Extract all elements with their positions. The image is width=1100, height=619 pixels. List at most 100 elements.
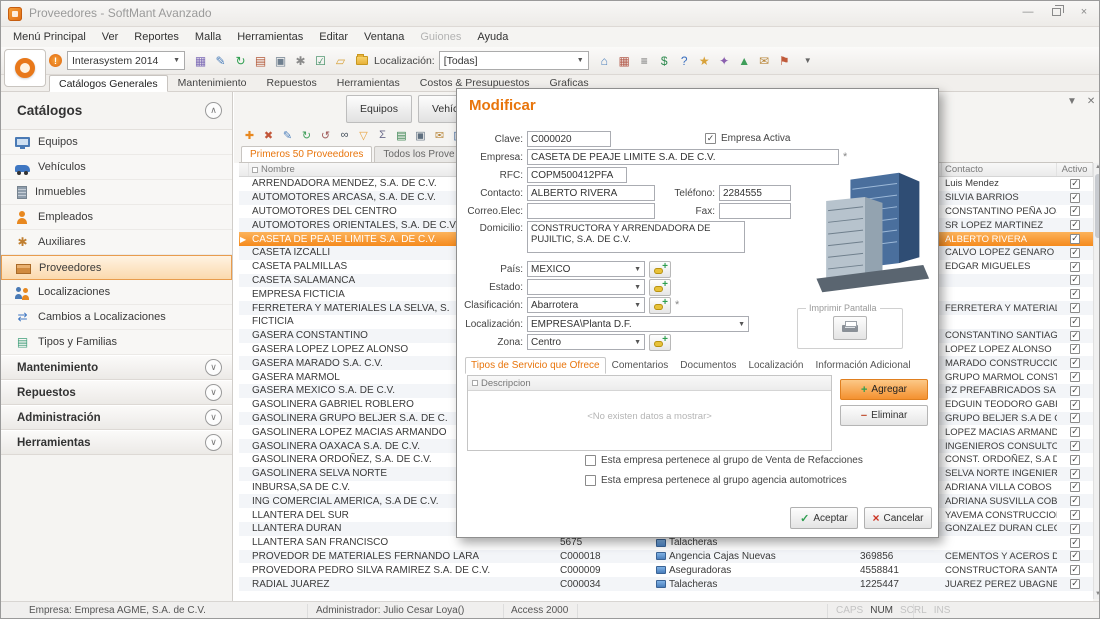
filter-icon[interactable]: ▽ xyxy=(355,127,372,143)
correo-input[interactable] xyxy=(527,203,655,219)
add-clasificacion-button[interactable]: + xyxy=(649,297,671,314)
menu-item[interactable]: Ver xyxy=(94,29,127,45)
list-icon[interactable]: ≡ xyxy=(635,51,654,70)
activo-checkbox[interactable] xyxy=(1070,317,1080,327)
users-icon[interactable]: ✦ xyxy=(715,51,734,70)
activo-checkbox[interactable] xyxy=(1070,372,1080,382)
add-zona-button[interactable]: + xyxy=(649,334,671,351)
ribbon-tab[interactable]: Mantenimiento xyxy=(168,74,257,91)
activo-checkbox[interactable] xyxy=(1070,262,1080,272)
mail-icon[interactable]: ✉ xyxy=(431,127,448,143)
domicilio-textarea[interactable]: CONSTRUCTORA Y ARRENDADORA DE PUJILTIC, … xyxy=(527,221,745,253)
refresh-icon[interactable]: ↻ xyxy=(298,127,315,143)
form-icon[interactable]: ▣ xyxy=(271,51,290,70)
close-button[interactable]: × xyxy=(1077,5,1091,19)
export-icon[interactable]: ▤ xyxy=(393,127,410,143)
clave-input[interactable] xyxy=(527,131,611,147)
add-estado-button[interactable]: + xyxy=(649,279,671,296)
activo-checkbox[interactable] xyxy=(1070,524,1080,534)
sidebar-item[interactable]: Localizaciones xyxy=(1,280,232,305)
scroll-down-arrow-icon[interactable]: ▼ xyxy=(1094,590,1100,599)
sidebar-section[interactable]: Herramientas∨ xyxy=(1,430,232,455)
grid-tab[interactable]: Primeros 50 Proveedores xyxy=(241,146,372,162)
favorite-icon[interactable]: ★ xyxy=(695,51,714,70)
table-row[interactable]: PROVEDOR DE MATERIALES FERNANDO LARAC000… xyxy=(239,550,1093,564)
activo-checkbox[interactable] xyxy=(1070,331,1080,341)
activo-checkbox[interactable] xyxy=(1070,344,1080,354)
sidebar-item[interactable]: ✱Auxiliares xyxy=(1,230,232,255)
mail-icon[interactable]: ✉ xyxy=(755,51,774,70)
sidebar-section[interactable]: Mantenimiento∨ xyxy=(1,355,232,380)
activo-checkbox[interactable] xyxy=(1070,289,1080,299)
activo-checkbox[interactable] xyxy=(1070,234,1080,244)
aceptar-button[interactable]: ✓ Aceptar xyxy=(790,507,858,529)
menu-item[interactable]: Herramientas xyxy=(229,29,311,45)
minimize-button[interactable]: — xyxy=(1021,5,1035,19)
activo-checkbox[interactable] xyxy=(1070,275,1080,285)
dialog-tab[interactable]: Tipos de Servicio que Ofrece xyxy=(465,357,606,374)
grid-header-cell[interactable]: Contacto xyxy=(942,163,1057,176)
group-checkbox[interactable]: Esta empresa pertenece al grupo de Venta… xyxy=(585,455,863,466)
sidebar-item[interactable]: ▤Tipos y Familias xyxy=(1,330,232,355)
sidebar-item[interactable]: Equipos xyxy=(1,130,232,155)
activo-checkbox[interactable] xyxy=(1070,220,1080,230)
delete-record-icon[interactable]: ✖ xyxy=(260,127,277,143)
activo-checkbox[interactable] xyxy=(1070,413,1080,423)
eliminar-button[interactable]: − Eliminar xyxy=(840,405,928,426)
activo-checkbox[interactable] xyxy=(1070,510,1080,520)
zona-dropdown[interactable]: Centro ▼ xyxy=(527,334,645,350)
sidebar-section[interactable]: Administración∨ xyxy=(1,405,232,430)
add-record-icon[interactable]: ✚ xyxy=(241,127,258,143)
grid-tab[interactable]: Todos los Prove xyxy=(374,146,463,162)
sidebar-item[interactable]: Empleados xyxy=(1,205,232,230)
calendar-icon[interactable]: ▦ xyxy=(615,51,634,70)
chevron-up-icon[interactable]: ∧ xyxy=(205,102,222,119)
tasks-icon[interactable]: ☑ xyxy=(311,51,330,70)
menu-item[interactable]: Malla xyxy=(187,29,229,45)
dialog-tab[interactable]: Información Adicional xyxy=(809,357,916,374)
toolbar-overflow-button[interactable]: ▼ xyxy=(804,56,812,65)
undo-icon[interactable]: ↺ xyxy=(317,127,334,143)
dialog-tab[interactable]: Documentos xyxy=(674,357,742,374)
design-icon[interactable]: ✎ xyxy=(211,51,230,70)
activo-checkbox[interactable] xyxy=(1070,482,1080,492)
scroll-up-arrow-icon[interactable]: ▲ xyxy=(1094,163,1100,172)
vertical-scrollbar[interactable]: ▲ ▼ xyxy=(1093,163,1100,599)
activo-checkbox[interactable] xyxy=(1070,469,1080,479)
search-icon[interactable]: ∞ xyxy=(336,127,353,143)
empresa-input[interactable] xyxy=(527,149,839,165)
activo-checkbox[interactable] xyxy=(1070,193,1080,203)
activo-checkbox[interactable] xyxy=(1070,427,1080,437)
dialog-tab[interactable]: Localización xyxy=(742,357,809,374)
activo-checkbox[interactable] xyxy=(1070,551,1080,561)
activo-checkbox[interactable] xyxy=(1070,248,1080,258)
menu-item[interactable]: Reportes xyxy=(126,29,187,45)
ribbon-tab[interactable]: Catálogos Generales xyxy=(49,75,168,92)
ribbon-tab[interactable]: Herramientas xyxy=(327,74,410,91)
activo-checkbox[interactable] xyxy=(1070,206,1080,216)
folder-open-icon[interactable]: ▱ xyxy=(331,51,350,70)
activo-checkbox[interactable] xyxy=(1070,455,1080,465)
menu-item[interactable]: Guiones xyxy=(412,29,469,45)
menu-item[interactable]: Ventana xyxy=(356,29,412,45)
view-button[interactable]: Equipos xyxy=(346,95,412,123)
menu-item[interactable]: Editar xyxy=(311,29,356,45)
estado-dropdown[interactable]: ▼ xyxy=(527,279,645,295)
empresa-activa-checkbox[interactable]: Empresa Activa xyxy=(705,133,790,144)
dialog-tab[interactable]: Comentarios xyxy=(606,357,675,374)
grid-header-cell[interactable]: Activo xyxy=(1057,163,1093,176)
menu-item[interactable]: Menú Principal xyxy=(5,29,94,45)
restore-button[interactable] xyxy=(1049,5,1063,19)
activo-checkbox[interactable] xyxy=(1070,179,1080,189)
alert-icon[interactable]: ! xyxy=(49,54,62,67)
currency-icon[interactable]: $ xyxy=(655,51,674,70)
activo-checkbox[interactable] xyxy=(1070,400,1080,410)
agregar-button[interactable]: + Agregar xyxy=(840,379,928,400)
sidebar-item[interactable]: ⇄Cambios a Localizaciones xyxy=(1,305,232,330)
activo-checkbox[interactable] xyxy=(1070,496,1080,506)
activo-checkbox[interactable] xyxy=(1070,358,1080,368)
panel-pin-button[interactable]: ▼ xyxy=(1067,96,1077,107)
print-icon[interactable]: ▣ xyxy=(412,127,429,143)
rfc-input[interactable] xyxy=(527,167,627,183)
servicios-grid-header[interactable]: Descripcion xyxy=(468,376,831,391)
